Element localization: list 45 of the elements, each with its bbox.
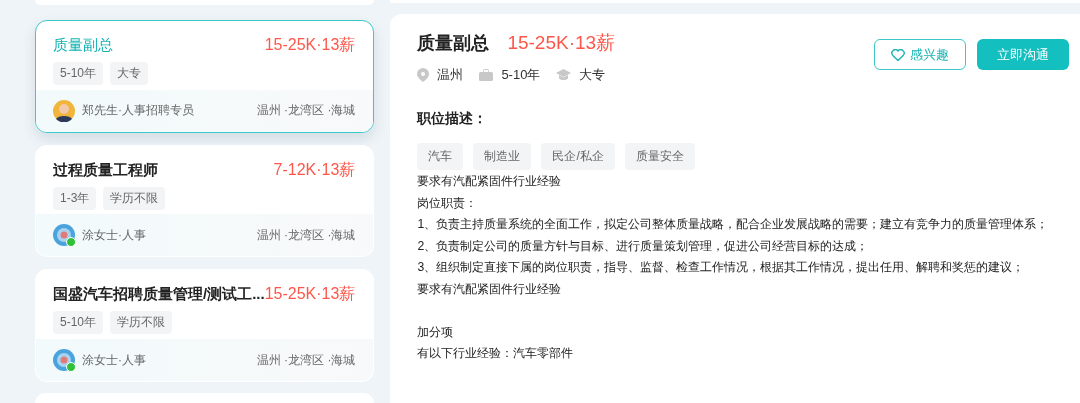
job-title: 国盛汽车招聘质量管理/测试工... — [53, 285, 265, 305]
tag: 1-3年 — [53, 186, 97, 210]
job-title: 过程质量工程师 — [53, 160, 158, 180]
job-card[interactable]: 国盛汽车招聘质量管理/测试工...15-25K·13薪 5-10年 学历不限 涂女士·人事 温州 ·龙湾区 ·海城 — [35, 269, 375, 382]
tag: 汽车 — [417, 143, 464, 170]
tag: 民企/私企 — [541, 143, 615, 170]
description-text: 3、组织制定直接下属的岗位职责，指导、监督、检查工作情况，根据其工作情况，提出任用、解聘和奖惩的建议； — [417, 259, 1026, 276]
job-location: 温州 ·龙湾区 ·海城 — [256, 351, 356, 369]
salary: 15-25K·13薪 — [507, 32, 616, 53]
description-text: 要求有汽配紧固件行业经验 — [417, 173, 563, 190]
description-text: 1、负责主持质量系统的全面工作，拟定公司整体质量战略，配合企业发展战略的需要；建立有竞争力的质量管理体系； — [417, 216, 1050, 233]
job-card[interactable]: 质量副总 15-25K·13薪 5-10年 大专 郑先生·人事招聘专员 温州 ·龙湾区 ·海城 — [35, 20, 375, 133]
recruiter-name: 涂女士·人事 — [82, 351, 146, 369]
job-card[interactable]: 过程质量工程师 7-12K·13薪 1-3年 学历不限 涂女士·人事 温州 ·龙湾区 ·海城 — [35, 144, 375, 258]
recruiter-name: 郑先生·人事招聘专员 — [82, 102, 194, 120]
tag: 学历不限 — [103, 186, 166, 210]
job-meta: 5-10年 — [501, 66, 541, 84]
company-logo-icon — [53, 349, 75, 371]
salary: 15-25K·13薪 — [264, 35, 356, 55]
heart-icon — [891, 48, 906, 61]
job-title: 质量副总 — [417, 33, 490, 53]
description-text: 要求有汽配紧固件行业经验 — [417, 280, 563, 298]
recruiter-name: 涂女士·人事 — [82, 226, 146, 244]
tag: 质量安全 — [624, 143, 695, 170]
description-text: 岗位职责： — [417, 194, 479, 212]
tag: 学历不限 — [110, 311, 173, 335]
description-text: 加分项 — [417, 323, 455, 341]
briefcase-icon — [479, 69, 494, 81]
job-meta: 温州 — [437, 66, 464, 84]
tag: 5-10年 — [53, 62, 104, 85]
salary: 7-12K·13薪 — [273, 159, 356, 180]
job-title: 质量副总 — [53, 36, 113, 55]
description-text: 有以下行业经验：汽车零部件 — [417, 345, 575, 362]
job-location: 温州 ·龙湾区 ·海城 — [256, 102, 356, 120]
description-text: 2、负责制定公司的质量方针与目标、进行质量策划管理，促进公司经营目标的达成； — [417, 237, 870, 255]
section-title: 职位描述： — [417, 110, 489, 128]
job-location: 温州 ·龙湾区 ·海城 — [256, 226, 356, 244]
tag: 5-10年 — [53, 311, 104, 335]
tag: 大专 — [110, 62, 149, 85]
location-pin-icon — [417, 68, 430, 82]
graduation-cap-icon — [556, 69, 572, 81]
salary: 15-25K·13薪 — [264, 284, 356, 305]
job-meta: 大专 — [579, 66, 606, 84]
tag: 制造业 — [473, 143, 532, 170]
company-logo-icon — [53, 224, 75, 247]
